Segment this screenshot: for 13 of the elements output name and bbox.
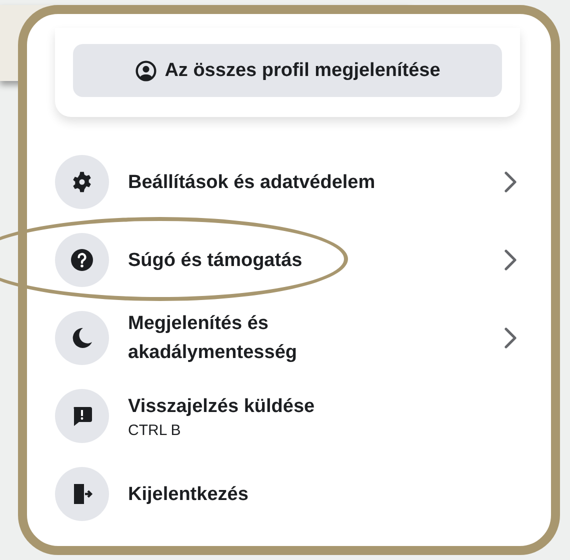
- menu-item-label: Beállítások és adatvédelem: [128, 170, 376, 194]
- menu-item[interactable]: Megjelenítés és akadálymentesség: [55, 299, 525, 377]
- all-profiles-button[interactable]: Az összes profil megjelenítése: [73, 44, 502, 97]
- menu-item-label: Visszajelzés küldése: [128, 394, 316, 418]
- menu-item[interactable]: Visszajelzés küldése CTRL B: [55, 377, 525, 455]
- menu-item-label: Kijelentkezés: [128, 482, 250, 506]
- menu-item[interactable]: Beállítások és adatvédelem: [55, 143, 525, 221]
- menu-item[interactable]: Súgó és támogatás: [55, 221, 525, 299]
- profile-icon: [134, 60, 157, 82]
- menu-item-label: Megjelenítés és akadálymentesség: [128, 312, 298, 365]
- shortcut-text: CTRL B: [128, 420, 182, 440]
- menu-item-label: Súgó és támogatás: [128, 248, 304, 272]
- menu-item[interactable]: Kijelentkezés: [55, 455, 525, 533]
